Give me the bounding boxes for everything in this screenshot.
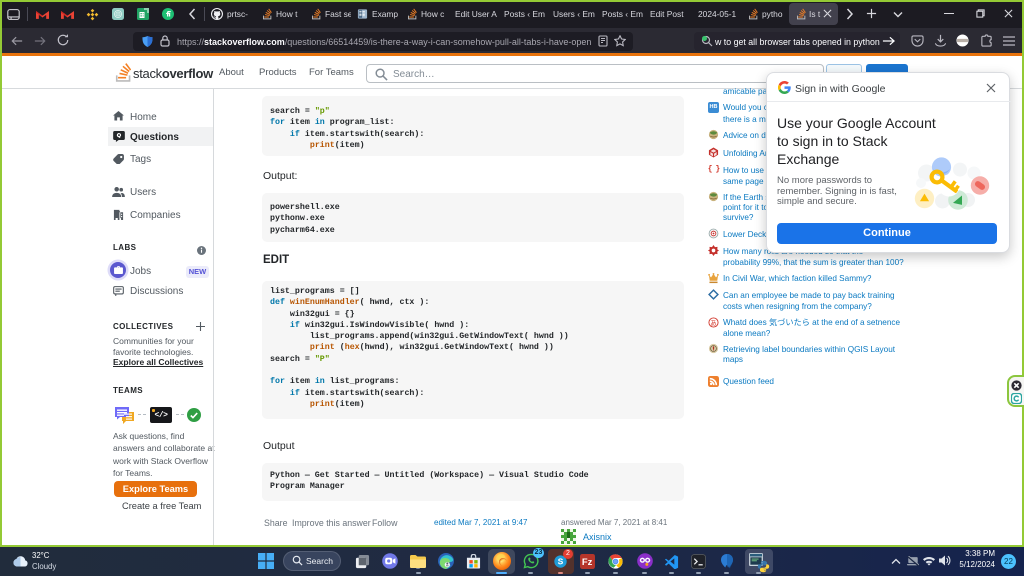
svg-text:Fz: Fz bbox=[582, 557, 593, 567]
svg-text:あ: あ bbox=[710, 318, 716, 326]
